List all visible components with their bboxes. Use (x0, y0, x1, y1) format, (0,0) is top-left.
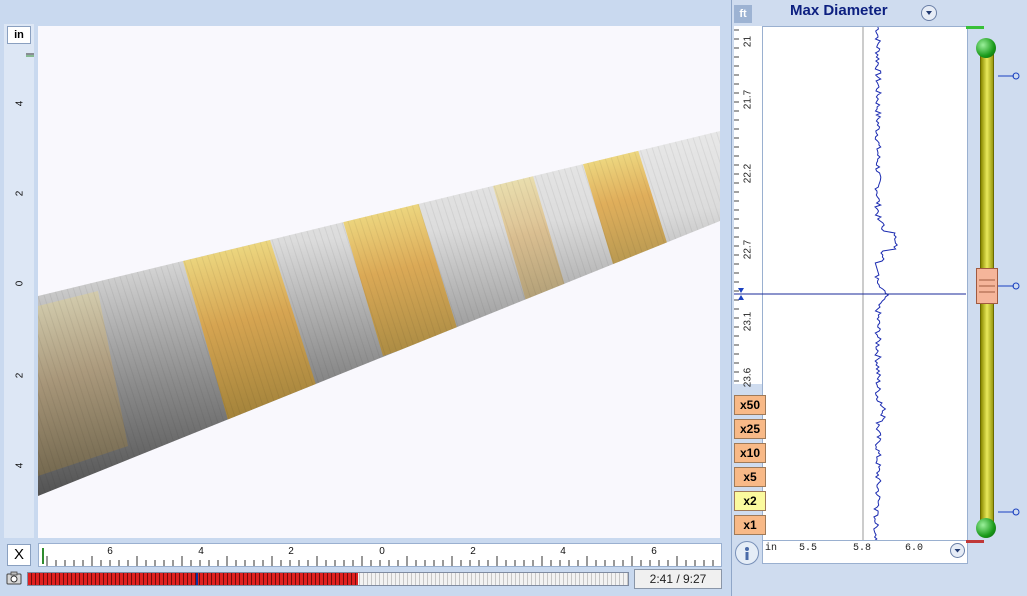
horizontal-tick-label: 6 (651, 546, 657, 557)
progress-thumb[interactable] (196, 573, 198, 585)
zoom-x10-button[interactable]: x10 (734, 443, 766, 463)
zoom-x1-button[interactable]: x1 (734, 515, 766, 535)
close-button[interactable]: X (7, 544, 31, 566)
pipe-rendering[interactable] (38, 26, 720, 538)
depth-tick-label: 21 (742, 35, 754, 48)
horizontal-tick-label: 6 (107, 546, 113, 557)
zoom-x50-button[interactable]: x50 (734, 395, 766, 415)
vertical-tick-label: 4 (14, 100, 26, 107)
depth-ruler: 21 21.7 22.2 22.7 23.1 23.6 (734, 26, 763, 387)
horizontal-tick-label: 0 (379, 546, 385, 557)
unit-selector[interactable]: in (7, 26, 31, 44)
slider-top-handle[interactable] (976, 38, 996, 58)
vertical-tick-label: 4 (14, 462, 26, 469)
depth-tick-label: 22.7 (742, 239, 754, 260)
time-display: 2:41 / 9:27 (634, 569, 722, 589)
x-axis-tick-label: 6.0 (905, 543, 924, 554)
plot-title: Max Diameter (790, 2, 888, 19)
zoom-x5-button[interactable]: x5 (734, 467, 766, 487)
chevron-down-icon[interactable] (950, 543, 965, 558)
camera-icon[interactable] (6, 571, 22, 585)
slider-thumb[interactable] (976, 268, 998, 304)
vertical-tick-label: 2 (14, 372, 26, 379)
slider-bottom-handle[interactable] (976, 518, 996, 538)
coating-bands (38, 131, 720, 496)
horizontal-tick-label: 4 (560, 546, 566, 557)
diameter-trace-plot[interactable] (762, 26, 968, 542)
depth-tick-label: 21.7 (742, 89, 754, 110)
depth-tick-label: 23.1 (742, 311, 754, 332)
slider-bottom-indicator (966, 540, 984, 543)
pin-marker-icon[interactable] (998, 508, 1020, 516)
pin-marker-icon[interactable] (998, 72, 1020, 80)
horizontal-tick-label: 2 (470, 546, 476, 557)
info-icon[interactable] (735, 541, 759, 565)
zoom-x2-button[interactable]: x2 (734, 491, 766, 511)
horizontal-tick-label: 2 (288, 546, 294, 557)
chevron-down-icon[interactable] (921, 5, 937, 21)
pipe-3d-view[interactable] (38, 26, 720, 538)
playback-progress-bar[interactable] (27, 572, 629, 586)
depth-tick-label: 22.2 (742, 163, 754, 184)
diameter-trace (862, 26, 898, 542)
zoom-x25-button[interactable]: x25 (734, 419, 766, 439)
depth-tick-label: 23.6 (742, 367, 754, 388)
vertical-tick-label: 0 (14, 280, 26, 287)
pin-marker-icon[interactable] (998, 282, 1020, 290)
progress-track (28, 573, 628, 585)
depth-unit-label: ft (734, 5, 752, 23)
slider-top-indicator (966, 26, 984, 29)
x-axis-unit: in (765, 543, 778, 554)
vertical-ruler: 4 2 0 2 4 (4, 24, 34, 538)
vertical-tick-label: 2 (14, 190, 26, 197)
horizontal-ruler: 6 4 2 0 2 4 6 (38, 543, 722, 567)
depth-cursor[interactable] (734, 286, 966, 302)
trace-line (873, 26, 898, 542)
horizontal-tick-label: 4 (198, 546, 204, 557)
x-axis-tick-label: 5.8 (853, 543, 872, 554)
x-axis-tick-label: 5.5 (799, 543, 818, 554)
x-axis: in 5.5 5.8 6.0 (762, 540, 968, 564)
